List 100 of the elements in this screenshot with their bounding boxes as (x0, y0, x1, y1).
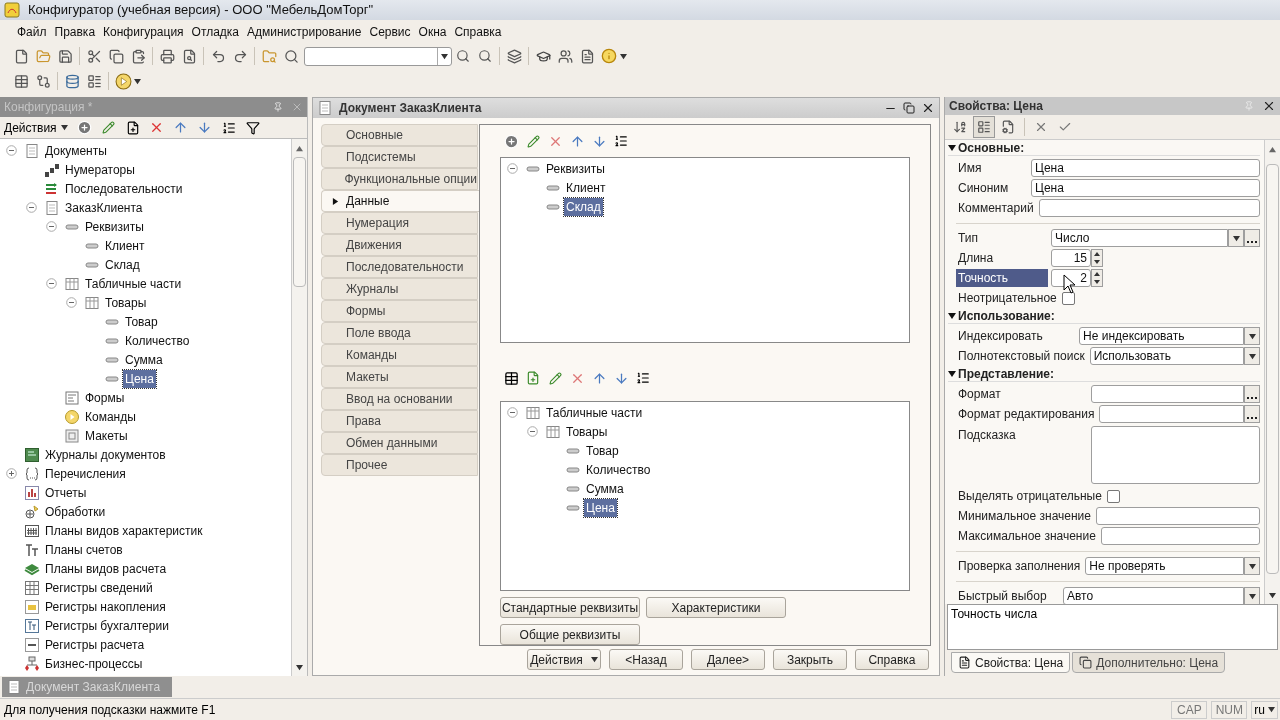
tree-item[interactable]: Склад (564, 197, 603, 216)
tree-item[interactable]: Документы (43, 141, 109, 160)
property-label[interactable]: Проверка заполнения (956, 557, 1083, 575)
tree-item[interactable]: Регистры накопления (43, 597, 168, 616)
property-label[interactable]: Длина (956, 249, 996, 267)
property-label[interactable]: Синоним (956, 179, 1011, 197)
property-label[interactable]: Комментарий (956, 199, 1036, 217)
tab[interactable]: Свойства: Цена (951, 652, 1071, 673)
tab[interactable]: Функциональные опции (321, 168, 478, 190)
menu-item[interactable]: Отладка (188, 23, 243, 41)
tree-item[interactable]: Клиент (564, 178, 608, 197)
tree-item[interactable]: Реквизиты (83, 217, 146, 236)
tab[interactable]: Дополнительно: Цена (1072, 652, 1226, 673)
property-label[interactable]: Выделять отрицательные (956, 487, 1104, 505)
tab[interactable]: Нумерация (321, 212, 478, 234)
tab[interactable]: Журналы (321, 278, 478, 300)
tab[interactable]: Ввод на основании (321, 388, 478, 410)
input-field[interactable]: Цена (1031, 179, 1260, 197)
input-field[interactable]: Цена (1031, 159, 1260, 177)
tab[interactable]: Права (321, 410, 478, 432)
tree-item[interactable]: Клиент (103, 236, 147, 255)
property-label[interactable]: Имя (956, 159, 984, 177)
tree-item[interactable]: Регистры бухгалтерии (43, 616, 171, 635)
tree-item[interactable]: Планы видов характеристик (43, 521, 205, 540)
property-label[interactable]: Неотрицательное (956, 289, 1059, 307)
tree-item[interactable]: Товары (564, 422, 610, 441)
tree-item[interactable]: Товары (103, 293, 149, 312)
button[interactable]: Характеристики (646, 597, 786, 618)
tree-item[interactable]: Планы счетов (43, 540, 125, 559)
tree-item[interactable]: Товар (123, 312, 160, 331)
tab[interactable]: Движения (321, 234, 478, 256)
tree-item[interactable]: Журналы документов (43, 445, 168, 464)
select-field[interactable]: Авто (1063, 587, 1244, 604)
tree-item[interactable]: Цена (123, 369, 156, 388)
button[interactable]: Общие реквизиты (500, 624, 640, 645)
tab[interactable]: Основные (321, 124, 478, 146)
tree-item[interactable]: Цена (584, 498, 617, 517)
tree-item[interactable]: Отчеты (43, 483, 89, 502)
property-label[interactable]: Тип (956, 229, 980, 247)
property-label[interactable]: Индексировать (956, 327, 1045, 345)
button[interactable]: Справка (855, 649, 929, 670)
actions-menu-button[interactable]: Действия (4, 118, 72, 137)
tree-item[interactable]: Регистры сведений (43, 578, 155, 597)
tree-item[interactable]: Количество (584, 460, 653, 479)
tree-item[interactable]: Нумераторы (63, 160, 137, 179)
button[interactable]: Далее> (691, 649, 765, 670)
window-title: Конфигуратор (учебная версия) - ООО "МебельДомТорг" (28, 1, 374, 20)
tab[interactable]: Прочее (321, 454, 478, 476)
tab[interactable]: Подсистемы (321, 146, 478, 168)
select-field[interactable]: Число (1051, 229, 1228, 247)
tab[interactable]: Команды (321, 344, 478, 366)
menu-item[interactable]: Окна (415, 23, 450, 41)
tree-item[interactable]: Табличные части (544, 403, 645, 422)
tree-item[interactable]: ЗаказКлиента (63, 198, 145, 217)
tree-item[interactable]: Последовательности (63, 179, 185, 198)
tree-item[interactable]: Сумма (584, 479, 626, 498)
property-label[interactable]: Формат (956, 385, 1003, 403)
tree-item[interactable]: Регистры расчета (43, 635, 147, 654)
tab[interactable]: Макеты (321, 366, 478, 388)
tree-item[interactable]: Табличные части (83, 274, 184, 293)
tree-item[interactable]: Количество (123, 331, 192, 350)
select-field[interactable]: Не индексировать (1079, 327, 1244, 345)
property-label[interactable]: Полнотекстовый поиск (956, 347, 1087, 365)
property-label[interactable]: Точность (956, 269, 1048, 287)
property-label[interactable]: Формат редактирования (956, 405, 1097, 423)
tree-item[interactable]: Товар (584, 441, 621, 460)
menu-item[interactable]: Файл (14, 23, 50, 41)
tab[interactable]: Поле ввода (321, 322, 478, 344)
tree-item[interactable]: Планы видов расчета (43, 559, 169, 578)
language-selector[interactable]: ru (1251, 700, 1278, 719)
menu-item[interactable]: Правка (51, 23, 99, 41)
tab[interactable]: Данные (321, 190, 479, 212)
tree-item[interactable]: Формы (83, 388, 127, 407)
button[interactable]: Стандартные реквизиты (500, 597, 640, 618)
property-label[interactable]: Минимальное значение (956, 507, 1093, 525)
tab[interactable]: Формы (321, 300, 478, 322)
select-field[interactable]: Использовать (1089, 347, 1244, 365)
tree-item[interactable]: Обработки (43, 502, 108, 521)
tree-item[interactable]: Реквизиты (544, 159, 607, 178)
property-label[interactable]: Подсказка (956, 426, 1018, 444)
button[interactable]: Закрыть (773, 649, 847, 670)
tree-item[interactable]: Склад (103, 255, 142, 274)
menu-item[interactable]: Конфигурация (100, 23, 187, 41)
window-title: Документ ЗаказКлиента (339, 100, 483, 117)
tree-item[interactable]: Макеты (83, 426, 130, 445)
menu-item[interactable]: Администрирование (244, 23, 365, 41)
select-field[interactable]: Не проверять (1085, 557, 1244, 575)
tree-item[interactable]: Команды (83, 407, 138, 426)
tab[interactable]: Последовательности (321, 256, 478, 278)
button[interactable]: Действия (527, 649, 601, 670)
tree-item[interactable]: Сумма (123, 350, 165, 369)
menu-item[interactable]: Сервис (366, 23, 414, 41)
button[interactable]: <Назад (609, 649, 683, 670)
menu-item[interactable]: Справка (451, 23, 505, 41)
number-field[interactable]: 15 (1051, 249, 1091, 267)
property-label[interactable]: Быстрый выбор (956, 587, 1049, 604)
property-label[interactable]: Максимальное значение (956, 527, 1098, 545)
tree-item[interactable]: Бизнес-процессы (43, 654, 145, 673)
tree-item[interactable]: Перечисления (43, 464, 128, 483)
tab[interactable]: Обмен данными (321, 432, 478, 454)
